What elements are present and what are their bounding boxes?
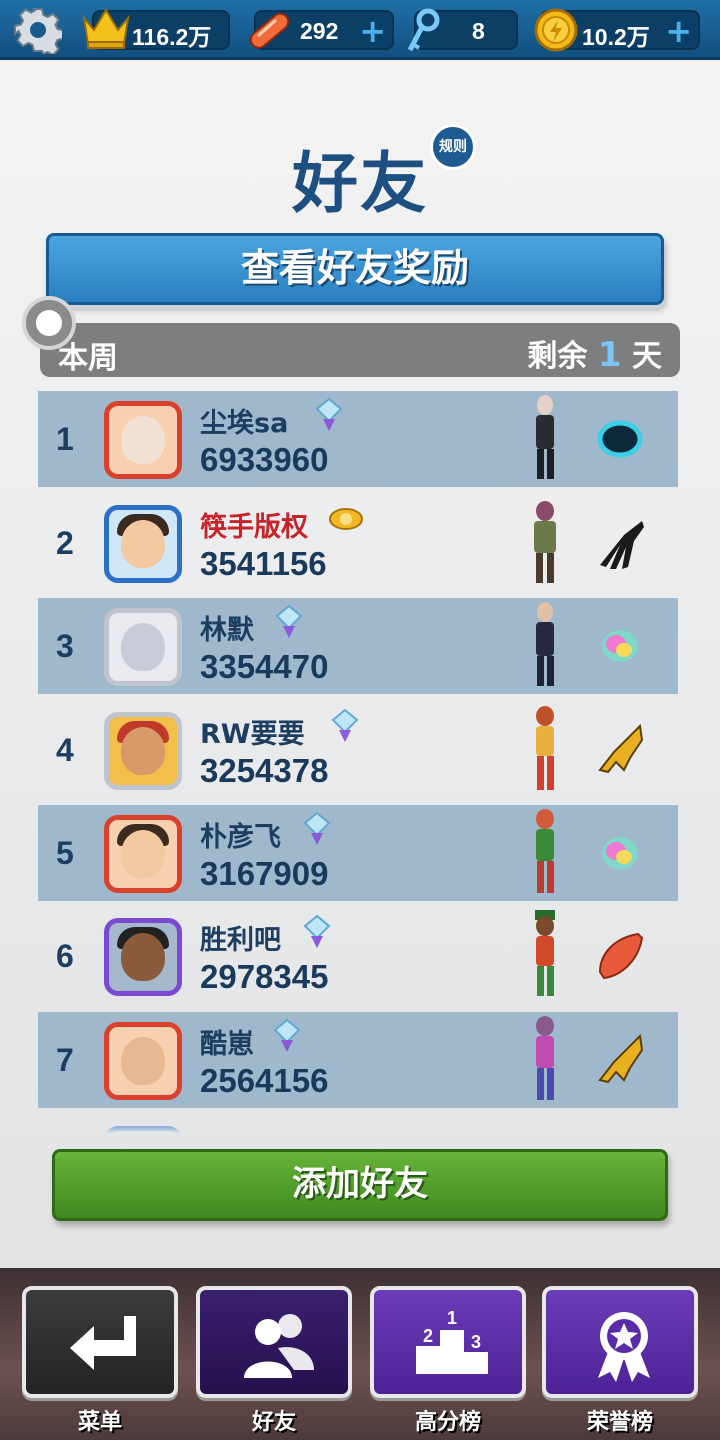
nav-honor-button[interactable]: [542, 1286, 698, 1398]
boards-value: 292: [300, 18, 339, 44]
player-name: 胜利吧: [200, 925, 281, 956]
remaining-prefix: 剩余: [527, 339, 588, 374]
avatar[interactable]: [104, 608, 182, 686]
avatar[interactable]: [104, 505, 182, 583]
player-name: 朴彦飞: [200, 822, 281, 853]
coin-icon: [534, 8, 578, 52]
medal-star-icon: [598, 1312, 650, 1382]
leaderboard-row[interactable]: 6 胜利吧 2978345: [38, 908, 678, 1004]
avatar[interactable]: [104, 712, 182, 790]
board-item-icon: [597, 420, 643, 458]
nav-honor-label: 荣誉榜: [586, 1410, 653, 1435]
player-score: 3167909: [200, 855, 329, 892]
character-icon: [536, 395, 554, 479]
remaining-suffix: 天: [632, 339, 662, 374]
player-score: 2978345: [200, 958, 329, 995]
player-score: 2564156: [200, 1062, 329, 1099]
remaining-days: 1: [597, 335, 622, 375]
rank-number: 5: [56, 835, 74, 871]
coins-value: 10.2万: [582, 24, 650, 50]
friends-icon: [244, 1314, 314, 1378]
player-score: 3254378: [200, 752, 329, 789]
nav-friends-button[interactable]: [196, 1286, 352, 1398]
page-title: 好友: [292, 145, 428, 222]
return-arrow-icon: [70, 1316, 136, 1370]
boards-plus-icon[interactable]: +: [359, 14, 386, 48]
gold-wings-badge-icon: [329, 508, 363, 530]
keys-counter: 8: [407, 8, 518, 52]
leaderboard-row[interactable]: 5 朴彦飞 3167909: [38, 805, 678, 901]
character-icon: [536, 809, 554, 893]
board-item-icon: [598, 1033, 644, 1084]
character-icon: [535, 910, 555, 996]
board-item-icon: [598, 932, 644, 980]
leaderboard-row[interactable]: 2 筷手版权 3541156: [38, 495, 678, 591]
player-name: 尘埃sa: [200, 408, 289, 439]
diamond-badge-icon: [315, 397, 343, 431]
board-item-icon: [600, 521, 644, 569]
diamond-badge-icon: [303, 914, 331, 948]
podium-icon: 1 2 3: [416, 1308, 488, 1374]
character-icon: [536, 706, 554, 790]
player-score: 3541156: [200, 545, 327, 582]
diamond-badge-icon: [273, 1018, 301, 1052]
board-item-icon: [602, 630, 638, 662]
avatar[interactable]: [104, 918, 182, 996]
coins-plus-icon[interactable]: +: [665, 14, 692, 48]
avatar[interactable]: [104, 1022, 182, 1100]
diamond-badge-icon: [331, 708, 359, 742]
coins-counter[interactable]: 10.2万 +: [534, 8, 700, 52]
rank-number: 1: [56, 421, 74, 457]
board-item-icon: [602, 837, 638, 869]
svg-text:3: 3: [471, 1332, 481, 1352]
player-name: RW要要: [200, 719, 305, 750]
rank-number: 3: [56, 628, 74, 664]
leaderboard-row[interactable]: 4 RW要要 3254378: [38, 702, 678, 798]
avatar[interactable]: [104, 815, 182, 893]
player-name: 林默: [200, 615, 254, 646]
player-score: 6933960: [200, 441, 329, 478]
gear-icon[interactable]: [14, 6, 62, 54]
character-icon: [534, 501, 556, 583]
player-name: 筷手版权: [200, 512, 308, 543]
week-bar: 本周 剩余 1 天: [40, 323, 680, 377]
diamond-badge-icon: [275, 604, 303, 638]
rank-number: 4: [56, 732, 74, 768]
time-remaining: 剩余 1 天: [527, 331, 662, 375]
crowns-value: 116.2万: [132, 24, 212, 50]
board-item-icon: [598, 723, 644, 774]
list-fade: [38, 1118, 678, 1134]
leaderboard-row[interactable]: 3 林默 3354470: [38, 598, 678, 694]
view-friend-rewards-button[interactable]: 查看好友奖励: [46, 233, 664, 305]
player-score: 3354470: [200, 648, 329, 685]
nav-friends-label: 好友: [251, 1410, 296, 1435]
svg-text:2: 2: [423, 1326, 433, 1346]
character-icon: [536, 602, 554, 686]
nav-highscores-button[interactable]: 1 2 3: [370, 1286, 526, 1398]
rank-number: 2: [56, 525, 74, 561]
add-friend-button[interactable]: 添加好友: [52, 1149, 668, 1221]
leaderboard-list[interactable]: 1 尘埃sa 6933960 2 筷手版权 3541156 3 林默 33544…: [38, 391, 678, 1133]
leaderboard-row[interactable]: 1 尘埃sa 6933960: [38, 391, 678, 487]
nav-menu-label: 菜单: [77, 1410, 122, 1435]
currency-bar: 116.2万 292 + 8 10.2万 +: [0, 0, 720, 60]
player-name: 酷崽: [200, 1029, 254, 1060]
toggle-knob[interactable]: [22, 296, 76, 350]
hoverboard-icon: [249, 12, 290, 49]
nav-highscores-label: 高分榜: [414, 1410, 481, 1435]
avatar[interactable]: [104, 401, 182, 479]
character-icon: [536, 1016, 554, 1100]
keys-value: 8: [472, 18, 485, 44]
crowns-counter: 116.2万: [82, 8, 230, 50]
key-icon: [407, 8, 440, 52]
rank-number: 7: [56, 1042, 74, 1078]
svg-text:1: 1: [447, 1308, 457, 1328]
crown-icon: [82, 8, 130, 49]
nav-menu-button[interactable]: [22, 1286, 178, 1398]
boards-counter[interactable]: 292 +: [249, 10, 394, 50]
diamond-badge-icon: [303, 811, 331, 845]
leaderboard-row[interactable]: 7 酷崽 2564156: [38, 1012, 678, 1108]
rules-button[interactable]: 规则: [430, 124, 476, 170]
rank-number: 6: [56, 938, 74, 974]
